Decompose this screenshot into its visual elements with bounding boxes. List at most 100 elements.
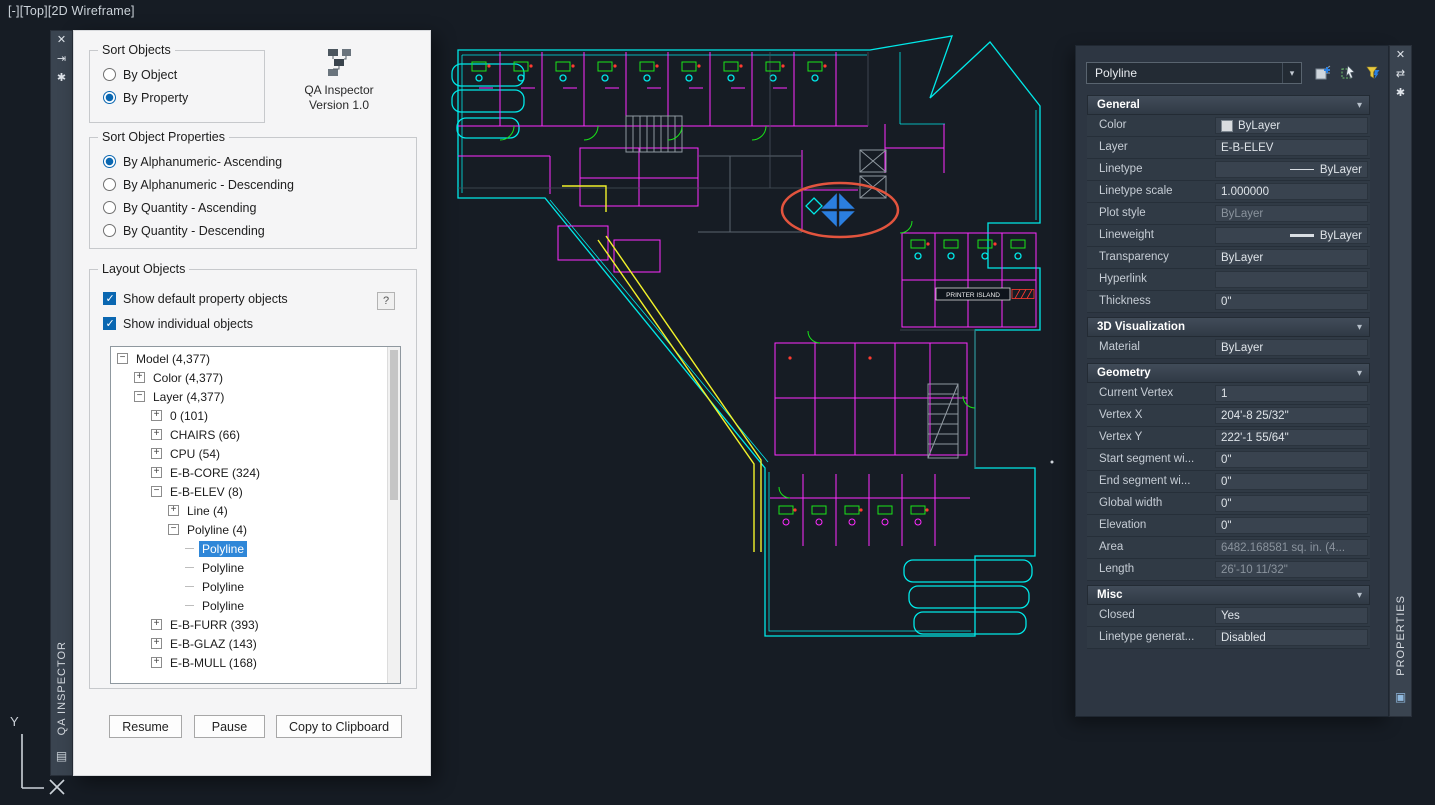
tree-item[interactable]: − Polyline (4) — [111, 520, 387, 539]
tree-item-label[interactable]: Color (4,377) — [150, 370, 226, 386]
monitor-icon[interactable]: ▣ — [1390, 690, 1411, 704]
toggle-pickadd-button[interactable] — [1312, 62, 1333, 83]
tree-item[interactable]: Polyline — [111, 539, 387, 558]
tree-item-label[interactable]: CPU (54) — [167, 446, 223, 462]
palette-settings-icon[interactable]: ✱ — [51, 69, 72, 88]
tree-item-label[interactable]: E-B-ELEV (8) — [167, 484, 246, 500]
property-value[interactable] — [1215, 271, 1368, 288]
copy-to-clipboard-button[interactable]: Copy to Clipboard — [276, 715, 402, 738]
radio-icon[interactable] — [103, 68, 116, 81]
radio-option[interactable]: By Alphanumeric - Descending — [90, 173, 416, 196]
tree-item[interactable]: − Layer (4,377) — [111, 387, 387, 406]
scrollbar-thumb[interactable] — [390, 350, 398, 500]
tree-item[interactable]: Polyline — [111, 558, 387, 577]
palette-settings-icon[interactable]: ✱ — [1390, 84, 1411, 103]
auto-hide-pin-icon[interactable]: ⇄ — [1390, 65, 1411, 84]
property-value[interactable]: ByLayer — [1215, 249, 1368, 266]
tree-item-label[interactable]: Line (4) — [184, 503, 231, 519]
tree-scrollbar[interactable] — [387, 347, 400, 683]
section-header-geometry[interactable]: Geometry ▾ — [1087, 363, 1370, 383]
chevron-down-icon[interactable]: ▾ — [1357, 322, 1362, 333]
doc-icon[interactable]: ▤ — [51, 749, 72, 763]
tree-item-label[interactable]: Polyline — [199, 540, 248, 557]
tree-item-label[interactable]: CHAIRS (66) — [167, 427, 243, 443]
tree-item[interactable]: + E-B-CORE (324) — [111, 463, 387, 482]
pause-button[interactable]: Pause — [194, 715, 265, 738]
object-type-dropdown[interactable]: Polyline ▾ — [1086, 62, 1302, 84]
tree-item[interactable]: + CPU (54) — [111, 444, 387, 463]
property-value[interactable]: 1 — [1215, 385, 1368, 402]
radio-option[interactable]: By Quantity - Ascending — [90, 196, 416, 219]
property-value[interactable]: Disabled — [1215, 629, 1368, 646]
property-value[interactable]: 204'-8 25/32" — [1215, 407, 1368, 424]
tree-item[interactable]: − Model (4,377) — [111, 349, 387, 368]
tree-item-label[interactable]: E-B-MULL (168) — [167, 655, 260, 671]
tree-item-label[interactable]: Polyline — [199, 579, 247, 595]
radio-icon[interactable] — [103, 224, 116, 237]
checkbox-icon[interactable] — [103, 317, 116, 330]
property-value[interactable]: E-B-ELEV — [1215, 139, 1368, 156]
property-value[interactable]: 0" — [1215, 517, 1368, 534]
radio-option[interactable]: By Property — [90, 86, 264, 109]
viewport-visual-style-control[interactable]: [2D Wireframe] — [48, 4, 135, 18]
section-header-misc[interactable]: Misc ▾ — [1087, 585, 1370, 605]
property-value[interactable]: 222'-1 55/64" — [1215, 429, 1368, 446]
property-value[interactable]: ByLayer — [1215, 161, 1368, 178]
cad-drawing-canvas[interactable]: PRINTER ISLAND — [430, 28, 1070, 648]
viewport-view-control[interactable]: [Top] — [20, 4, 48, 18]
close-icon[interactable]: ✕ — [1390, 46, 1411, 65]
checkbox-icon[interactable] — [103, 292, 116, 305]
chevron-down-icon[interactable]: ▾ — [1357, 590, 1362, 601]
tree-item[interactable]: + E-B-FURR (393) — [111, 615, 387, 634]
expand-icon[interactable]: + — [151, 448, 162, 459]
tree-item[interactable]: Polyline — [111, 577, 387, 596]
radio-icon[interactable] — [103, 91, 116, 104]
tree-item-label[interactable]: Polyline — [199, 598, 247, 614]
property-value[interactable]: ByLayer — [1215, 227, 1368, 244]
tree-item-label[interactable]: E-B-CORE (324) — [167, 465, 263, 481]
tree-item-label[interactable]: E-B-FURR (393) — [167, 617, 262, 633]
help-button[interactable]: ? — [377, 292, 395, 310]
property-value[interactable]: ByLayer — [1215, 117, 1368, 134]
property-value[interactable]: 0" — [1215, 293, 1368, 310]
selected-polyline-grip[interactable] — [820, 192, 856, 228]
collapse-icon[interactable]: − — [168, 524, 179, 535]
radio-icon[interactable] — [103, 201, 116, 214]
chevron-down-icon[interactable]: ▾ — [1282, 63, 1301, 83]
radio-option[interactable]: By Quantity - Descending — [90, 219, 416, 242]
properties-titlebar[interactable]: ✕ ⇄ ✱ PROPERTIES ▣ — [1389, 45, 1412, 717]
property-value[interactable]: 1.000000 — [1215, 183, 1368, 200]
resume-button[interactable]: Resume — [109, 715, 182, 738]
tree-item[interactable]: Polyline — [111, 596, 387, 615]
radio-icon[interactable] — [103, 155, 116, 168]
expand-icon[interactable]: + — [134, 372, 145, 383]
expand-icon[interactable]: + — [151, 410, 162, 421]
tree-item-label[interactable]: Polyline — [199, 560, 247, 576]
tree-item-label[interactable]: Model (4,377) — [133, 351, 213, 367]
section-header-3d-visualization[interactable]: 3D Visualization ▾ — [1087, 317, 1370, 337]
tree-item[interactable]: + CHAIRS (66) — [111, 425, 387, 444]
tree-item[interactable]: + Line (4) — [111, 501, 387, 520]
quick-select-button[interactable] — [1362, 62, 1383, 83]
auto-hide-pin-icon[interactable]: ⇥ — [51, 50, 72, 69]
radio-option[interactable]: By Object — [90, 63, 264, 86]
collapse-icon[interactable]: − — [151, 486, 162, 497]
tree-item[interactable]: +0 (101) — [111, 406, 387, 425]
tree-item-label[interactable]: E-B-GLAZ (143) — [167, 636, 260, 652]
checkbox-option[interactable]: Show individual objects — [90, 311, 416, 336]
tree-item[interactable]: + E-B-GLAZ (143) — [111, 634, 387, 653]
expand-icon[interactable]: + — [151, 467, 162, 478]
property-value[interactable]: 0" — [1215, 451, 1368, 468]
expand-icon[interactable]: + — [168, 505, 179, 516]
tree-item[interactable]: + E-B-MULL (168) — [111, 653, 387, 672]
property-value[interactable]: 0" — [1215, 495, 1368, 512]
chevron-down-icon[interactable]: ▾ — [1357, 100, 1362, 111]
expand-icon[interactable]: + — [151, 429, 162, 440]
tree-item[interactable]: + Color (4,377) — [111, 368, 387, 387]
viewport-minimize-control[interactable]: [-] — [8, 4, 20, 18]
section-header-general[interactable]: General ▾ — [1087, 95, 1370, 115]
expand-icon[interactable]: + — [151, 657, 162, 668]
qa-inspector-titlebar[interactable]: ✕ ⇥ ✱ QA INSPECTOR ▤ — [50, 30, 73, 776]
expand-icon[interactable]: + — [151, 638, 162, 649]
checkbox-option[interactable]: Show default property objects — [90, 286, 416, 311]
